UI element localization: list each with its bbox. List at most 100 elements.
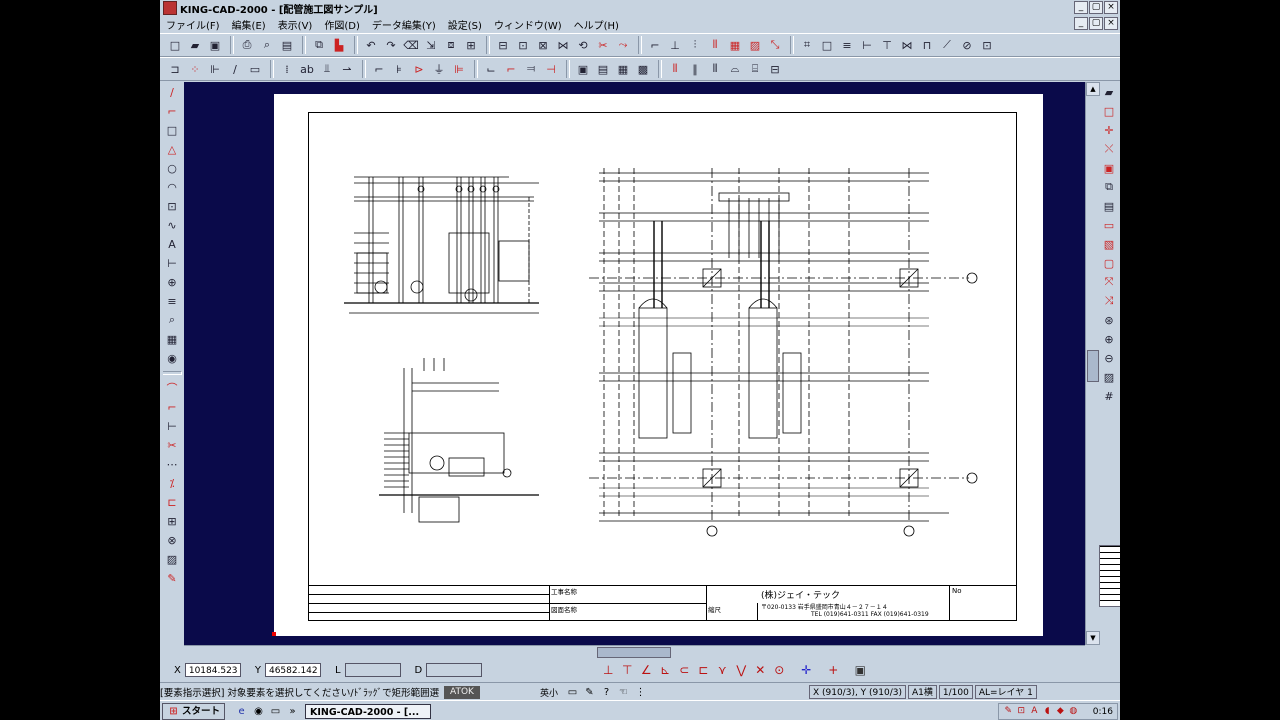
align-icon[interactable]: ⫤ bbox=[522, 60, 540, 78]
select-window-icon[interactable]: □ bbox=[1100, 102, 1118, 120]
dim-leader-icon[interactable]: ⇀ bbox=[338, 60, 356, 78]
attribute-tool-icon[interactable]: ▨ bbox=[163, 550, 181, 568]
riser-icon[interactable]: ⏚ bbox=[430, 60, 448, 78]
close-button[interactable]: × bbox=[1104, 1, 1118, 14]
ime-dict-icon[interactable]: ✎ bbox=[583, 686, 596, 699]
redo-icon[interactable]: ↷ bbox=[382, 36, 400, 54]
chamfer-icon[interactable]: ⊥ bbox=[666, 36, 684, 54]
open-folder-icon[interactable]: ▰ bbox=[186, 36, 204, 54]
line-icon[interactable]: ∕ bbox=[163, 83, 181, 101]
doc-minimize-button[interactable]: _ bbox=[1074, 17, 1088, 30]
group-icon[interactable]: ⊞ bbox=[462, 36, 480, 54]
bracket-icon[interactable]: ⊐ bbox=[166, 60, 184, 78]
select-icon[interactable]: ▰ bbox=[1100, 83, 1118, 101]
zoom-extents-icon[interactable]: ⤧ bbox=[1100, 273, 1118, 291]
ortho-icon[interactable]: ✛ bbox=[798, 662, 814, 678]
square-icon[interactable]: ⊡ bbox=[163, 197, 181, 215]
curve-icon[interactable]: ∿ bbox=[163, 216, 181, 234]
symbol-icon[interactable]: ⊕ bbox=[163, 273, 181, 291]
region-icon[interactable]: ▢ bbox=[1100, 254, 1118, 272]
snap-perpendicular-icon[interactable]: ⊥ bbox=[600, 662, 616, 678]
ime-tray-icon[interactable]: A bbox=[1029, 706, 1040, 717]
settings-panel-icon[interactable]: ▣ bbox=[852, 662, 868, 678]
atok-indicator[interactable]: ATOK bbox=[444, 685, 480, 699]
zoom-out-icon[interactable]: ⊖ bbox=[1100, 349, 1118, 367]
zoom-all-icon[interactable]: ⊛ bbox=[1100, 311, 1118, 329]
break-tool-icon[interactable]: ⋯ bbox=[163, 455, 181, 473]
stretch-icon[interactable]: ⊠ bbox=[534, 36, 552, 54]
duplicate-icon[interactable]: ⧈ bbox=[442, 36, 460, 54]
branch-icon[interactable]: ⊧ bbox=[390, 60, 408, 78]
menu-data-edit[interactable]: データ編集(Y) bbox=[366, 17, 442, 32]
dim-linear-icon[interactable]: ⁞ bbox=[278, 60, 296, 78]
layer-list-icon[interactable]: ▤ bbox=[594, 60, 612, 78]
layer-lock-icon[interactable]: ▩ bbox=[634, 60, 652, 78]
fillet-icon[interactable]: ⌐ bbox=[646, 36, 664, 54]
elbow-icon[interactable]: ⌐ bbox=[370, 60, 388, 78]
menu-edit[interactable]: 編集(E) bbox=[226, 17, 272, 32]
erase-icon[interactable]: ⌫ bbox=[402, 36, 420, 54]
security-tray-icon[interactable]: ◆ bbox=[1055, 706, 1066, 717]
trim-icon[interactable]: ✂ bbox=[594, 36, 612, 54]
zoom-in-icon[interactable]: ⊕ bbox=[1100, 330, 1118, 348]
ime-tool-icon[interactable]: ▭ bbox=[566, 686, 579, 699]
ime-hand-icon[interactable]: ☜ bbox=[617, 686, 630, 699]
hatch-d-icon[interactable]: ⌓ bbox=[726, 60, 744, 78]
menu-file[interactable]: ファイル(F) bbox=[160, 17, 226, 32]
snap-intersection-icon[interactable]: ✕ bbox=[752, 662, 768, 678]
text-size-icon[interactable]: ab bbox=[298, 60, 316, 78]
y-coordinate-field[interactable]: 46582.142 bbox=[264, 663, 321, 677]
pipe-rect-icon[interactable]: □ bbox=[818, 36, 836, 54]
hatch-e-icon[interactable]: ⌸ bbox=[746, 60, 764, 78]
menu-window[interactable]: ウィンドウ(W) bbox=[488, 17, 568, 32]
pipe-parallel-icon[interactable]: ≡ bbox=[838, 36, 856, 54]
quicklaunch-more-icon[interactable]: » bbox=[286, 705, 299, 718]
hatch-icon[interactable]: ≡ bbox=[163, 292, 181, 310]
pipe-branch-icon[interactable]: ⊢ bbox=[858, 36, 876, 54]
edit-shape-icon[interactable]: ▧ bbox=[1100, 235, 1118, 253]
properties-icon[interactable]: ▤ bbox=[1100, 197, 1118, 215]
menu-view[interactable]: 表示(V) bbox=[272, 17, 319, 32]
restore-button[interactable]: ▢ bbox=[1089, 1, 1103, 14]
taskbar-app-button[interactable]: KING-CAD-2000 - [... bbox=[305, 703, 432, 719]
join-icon[interactable]: ⦀ bbox=[706, 36, 724, 54]
measure-icon[interactable]: ⊩ bbox=[206, 60, 224, 78]
pipe-tee-icon[interactable]: ⊤ bbox=[878, 36, 896, 54]
horizontal-scroll-thumb[interactable] bbox=[597, 647, 671, 658]
pipe-slope-icon[interactable]: ⟋ bbox=[938, 36, 956, 54]
break-icon[interactable]: ⫶ bbox=[686, 36, 704, 54]
dimension-icon[interactable]: ⊢ bbox=[163, 254, 181, 272]
new-file-icon[interactable]: □ bbox=[166, 36, 184, 54]
volume-tray-icon[interactable]: ◖ bbox=[1042, 706, 1053, 717]
array-icon[interactable]: ⊡ bbox=[514, 36, 532, 54]
image-icon[interactable]: ▨ bbox=[1100, 368, 1118, 386]
layer-view-icon[interactable]: ▣ bbox=[574, 60, 592, 78]
flange-icon[interactable]: ⊫ bbox=[450, 60, 468, 78]
snap-center-icon[interactable]: ⊙ bbox=[771, 662, 787, 678]
desktop-icon[interactable]: ▭ bbox=[269, 705, 282, 718]
move-icon[interactable]: ⇲ bbox=[422, 36, 440, 54]
pen-tool-icon[interactable]: ✎ bbox=[163, 569, 181, 587]
dim-height-icon[interactable]: ⫫ bbox=[318, 60, 336, 78]
pen-tray-icon[interactable]: ✎ bbox=[1003, 706, 1014, 717]
layer-set-icon[interactable]: ▦ bbox=[614, 60, 632, 78]
menu-settings[interactable]: 設定(S) bbox=[442, 17, 488, 32]
hatch-a-icon[interactable]: ⦀ bbox=[666, 60, 684, 78]
hatch-b-icon[interactable]: ∥ bbox=[686, 60, 704, 78]
length-field[interactable] bbox=[344, 663, 401, 677]
hatch-c-icon[interactable]: ⫴ bbox=[706, 60, 724, 78]
split-tool-icon[interactable]: ⁒ bbox=[163, 474, 181, 492]
chamfer-tool-icon[interactable]: ⌐ bbox=[163, 398, 181, 416]
offset-tool-icon[interactable]: ⊏ bbox=[163, 493, 181, 511]
distance-field[interactable] bbox=[426, 663, 483, 677]
pipe-equipment-icon[interactable]: ⊡ bbox=[978, 36, 996, 54]
frame-select-icon[interactable]: ▭ bbox=[1100, 216, 1118, 234]
update-tray-icon[interactable]: ◍ bbox=[1068, 706, 1079, 717]
scale-setting[interactable]: 1/100 bbox=[938, 685, 973, 699]
snap-quadrant-icon[interactable]: ⊏ bbox=[695, 662, 711, 678]
doc-close-button[interactable]: × bbox=[1104, 17, 1118, 30]
text-icon[interactable]: A bbox=[163, 235, 181, 253]
paper-size[interactable]: A1横 bbox=[908, 685, 937, 699]
pattern-palette[interactable] bbox=[1099, 545, 1120, 607]
pipe-fitting-icon[interactable]: ⊓ bbox=[918, 36, 936, 54]
